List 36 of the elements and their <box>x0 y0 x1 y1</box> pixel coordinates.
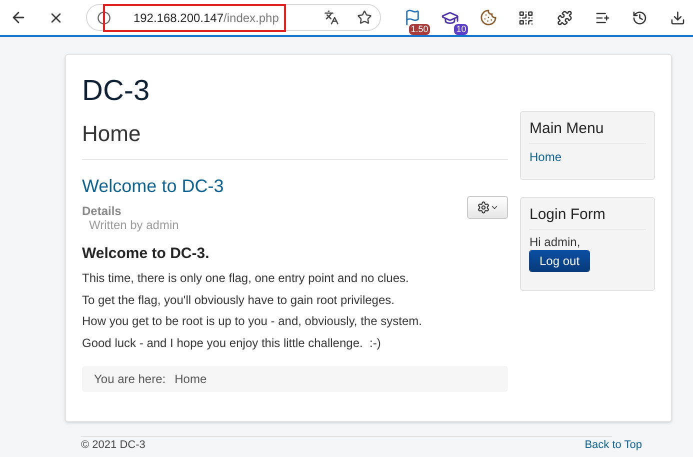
article-title[interactable]: Welcome to DC-3 <box>82 174 508 198</box>
author-text: Written by admin <box>88 218 179 232</box>
greeting-text: Hi admin, <box>529 234 582 248</box>
cookie-icon <box>480 9 497 26</box>
breadcrumb-label: You are here: <box>94 371 166 388</box>
article-paragraph: This time, there is only one flag, one entry point and no clues. <box>82 270 410 287</box>
url-text: 192.168.200.147/index.php <box>103 4 286 32</box>
details-label: Details <box>82 204 122 218</box>
article-paragraph: To get the flag, you'll obviously have to gain root privileges. <box>82 292 396 308</box>
panel-title: Main Menu <box>529 118 646 144</box>
back-to-top-link[interactable]: Back to Top <box>584 439 642 452</box>
extension-badge: 1.50 <box>408 24 430 34</box>
flag-icon <box>404 9 421 26</box>
address-bar[interactable]: 192.168.200.147/index.php <box>86 4 382 31</box>
caret-icon <box>490 203 499 212</box>
page-heading: Home <box>82 119 508 160</box>
menu-link[interactable]: Home <box>529 148 562 166</box>
extensions-icon[interactable] <box>557 10 573 26</box>
extension-button[interactable]: 10 <box>435 4 466 32</box>
history-icon[interactable] <box>632 10 648 26</box>
gear-icon <box>476 201 490 214</box>
article-paragraph: Good luck - and I hope you enjoy this little challenge. :-) <box>82 334 382 352</box>
article-subtitle: Welcome to DC-3. <box>82 244 210 264</box>
copyright-text: © 2021 DC-3 <box>81 439 146 452</box>
panel-title: Login Form <box>529 204 646 230</box>
logout-button[interactable]: Log out <box>529 250 590 272</box>
site-title: DC-3 <box>82 74 151 109</box>
translate-icon[interactable] <box>324 10 340 25</box>
extension-button[interactable]: 1.50 <box>397 4 428 32</box>
article-paragraph: How you get to be root is up to you - and, obviously, the system. <box>82 313 423 330</box>
settings-dropdown-button[interactable] <box>467 196 508 219</box>
favorite-star-icon[interactable] <box>357 10 372 25</box>
qr-code-icon <box>518 10 534 26</box>
breadcrumb-item: Home <box>174 371 207 388</box>
download-icon[interactable] <box>670 10 686 26</box>
extension-badge: 10 <box>454 24 468 34</box>
